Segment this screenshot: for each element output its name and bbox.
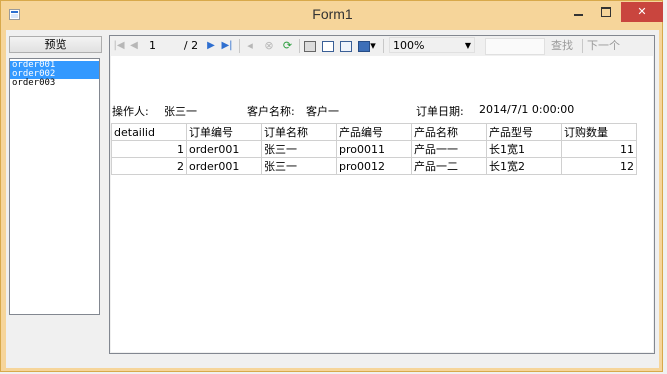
back-icon[interactable]: ◂	[244, 39, 256, 53]
preview-button[interactable]: 预览	[9, 36, 102, 53]
column-header: 订单名称	[261, 123, 337, 141]
order-date-value: 2014/7/1 0:00:00	[479, 103, 575, 116]
toolbar-separator	[582, 39, 583, 53]
order-listbox[interactable]: order001 order002 order003	[9, 58, 100, 315]
table-row: 2 order001 张三一 pro0012 产品一二 长1宽2 12	[111, 157, 637, 175]
page-number-input[interactable]	[147, 38, 179, 53]
toolbar-separator	[299, 39, 300, 53]
refresh-icon[interactable]: ⟳	[281, 39, 294, 53]
operator-label: 操作人:	[112, 105, 149, 118]
zoom-dropdown[interactable]: 100% ▼	[389, 37, 475, 53]
order-detail-table: detailid 订单编号 订单名称 产品编号 产品名称 产品型号 订购数量 1	[111, 123, 637, 175]
toolbar-separator	[239, 39, 240, 53]
table-cell: 产品一一	[411, 140, 487, 158]
column-header: 产品型号	[486, 123, 562, 141]
stop-icon[interactable]: ⊗	[263, 39, 275, 53]
page-setup-icon[interactable]	[339, 39, 352, 53]
table-header-row: detailid 订单编号 订单名称 产品编号 产品名称 产品型号 订购数量	[111, 123, 637, 141]
column-header: 产品名称	[411, 123, 487, 141]
maximize-button[interactable]	[593, 2, 619, 22]
last-page-icon[interactable]: ▶|	[221, 39, 233, 53]
table-cell: 11	[561, 140, 637, 158]
table-cell: 长1宽2	[486, 157, 562, 175]
report-viewer: |◀ ◀ / 2 ▶ ▶| ◂ ⊗ ⟳ ▾ 100% ▼	[109, 35, 655, 354]
table-cell: order001	[186, 140, 262, 158]
print-icon[interactable]	[303, 39, 316, 53]
first-page-icon[interactable]: |◀	[113, 39, 125, 53]
close-button[interactable]: ✕	[621, 2, 663, 22]
table-cell: 产品一二	[411, 157, 487, 175]
table-cell: 12	[561, 157, 637, 175]
minimize-button[interactable]	[565, 2, 591, 22]
table-cell: pro0011	[336, 140, 412, 158]
table-cell: 张三一	[261, 140, 337, 158]
column-header: detailid	[111, 123, 187, 141]
order-date-label: 订单日期:	[416, 105, 464, 118]
list-item[interactable]: order003	[10, 79, 99, 88]
zoom-value: 100%	[393, 39, 425, 52]
report-page: 操作人: 张三一 客户名称: 客户一 订单日期: 2014/7/1 0:00:0…	[111, 56, 653, 352]
total-pages: / 2	[183, 39, 199, 52]
print-layout-icon[interactable]	[321, 39, 334, 53]
customer-value: 客户一	[306, 105, 339, 118]
column-header: 订单编号	[186, 123, 262, 141]
table-cell: order001	[186, 157, 262, 175]
customer-label: 客户名称:	[247, 105, 295, 118]
form-client-area: 预览 order001 order002 order003 |◀ ◀ / 2 ▶…	[6, 30, 659, 368]
app-window: Form1 ✕ 预览 order001 order002 order003 |◀…	[0, 0, 663, 372]
chevron-down-icon: ▼	[464, 41, 471, 50]
operator-value: 张三一	[164, 105, 197, 118]
toolbar-separator	[383, 39, 384, 53]
prev-page-icon[interactable]: ◀	[129, 39, 139, 53]
table-row: 1 order001 张三一 pro0011 产品一一 长1宽1 11	[111, 140, 637, 158]
find-text-input[interactable]	[485, 38, 545, 55]
title-bar[interactable]: Form1 ✕	[1, 1, 664, 31]
next-page-icon[interactable]: ▶	[206, 39, 216, 53]
find-button[interactable]: 查找	[551, 38, 577, 54]
table-cell: 1	[111, 140, 187, 158]
export-icon[interactable]: ▾	[357, 39, 377, 53]
table-cell: pro0012	[336, 157, 412, 175]
table-cell: 2	[111, 157, 187, 175]
table-cell: 长1宽1	[486, 140, 562, 158]
find-next-button[interactable]: 下一个	[587, 38, 621, 54]
report-toolbar: |◀ ◀ / 2 ▶ ▶| ◂ ⊗ ⟳ ▾ 100% ▼	[110, 36, 654, 56]
column-header: 产品编号	[336, 123, 412, 141]
table-cell: 张三一	[261, 157, 337, 175]
column-header: 订购数量	[561, 123, 637, 141]
